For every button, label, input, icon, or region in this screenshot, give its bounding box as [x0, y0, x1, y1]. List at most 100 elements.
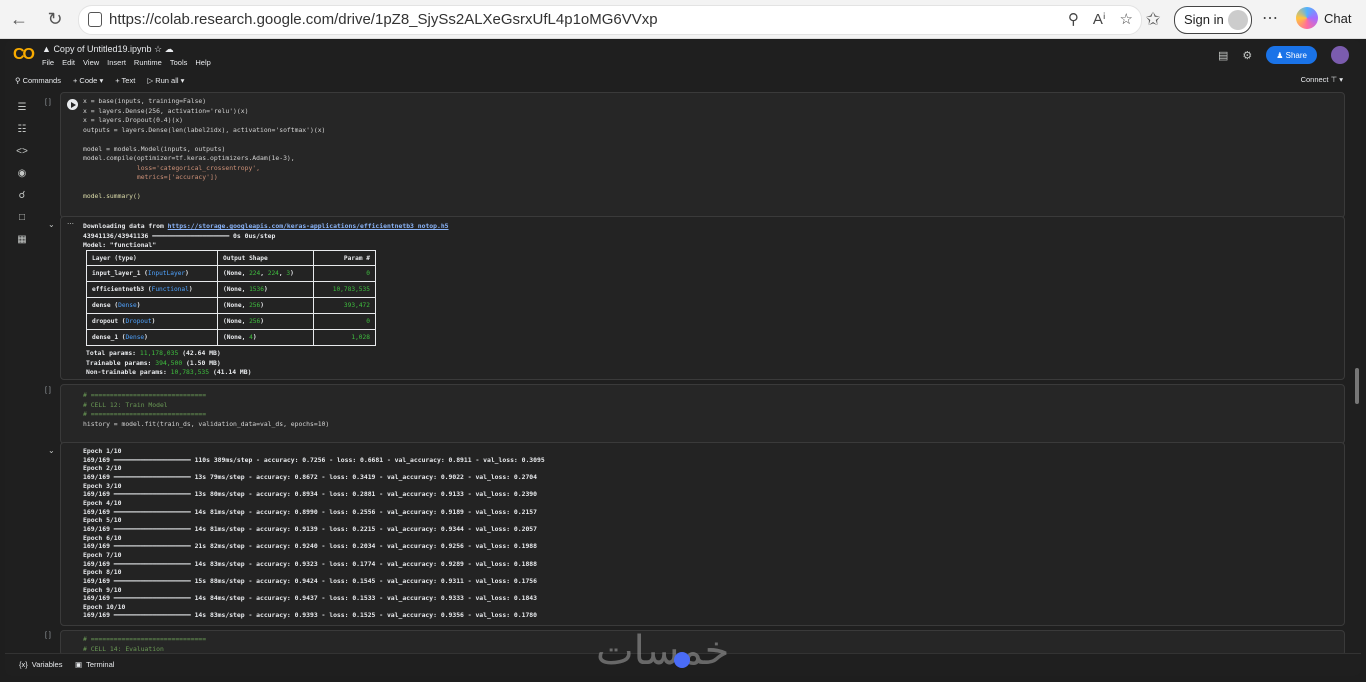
- table-row: dense (Dense) (None, 256) 393,472: [86, 297, 376, 314]
- training-log: Epoch 1/10 169/169 ━━━━━━━━━━━━━━━━━━━━ …: [83, 447, 545, 620]
- chat-label: Chat: [1324, 10, 1352, 26]
- total-suffix: (1.50 MB): [182, 358, 221, 367]
- cell-bracket[interactable]: [ ]: [45, 632, 51, 639]
- menu-edit[interactable]: Edit: [62, 58, 75, 67]
- shape-part: ): [260, 302, 264, 309]
- code-line: # ==============================: [83, 391, 207, 399]
- output-cell-1: ⋯ Downloading data from https://storage.…: [60, 216, 1345, 380]
- more-options-icon[interactable]: ⋯: [1262, 8, 1278, 28]
- log-line: 169/169 ━━━━━━━━━━━━━━━━━━━━ 110s 389ms/…: [83, 455, 545, 464]
- total-label: Total params:: [86, 349, 140, 357]
- watermark-logo: خمسات: [596, 628, 730, 674]
- connect-button[interactable]: Connect ⊤ ▾: [1301, 75, 1343, 84]
- terminal-icon: ▣: [75, 660, 83, 669]
- total-value: 394,500: [155, 358, 183, 367]
- terminal-button[interactable]: ▣ Terminal: [75, 660, 114, 669]
- log-line: 169/169 ━━━━━━━━━━━━━━━━━━━━ 13s 79ms/st…: [83, 472, 538, 481]
- add-code-button[interactable]: + Code ▾: [73, 76, 103, 85]
- back-arrow-icon[interactable]: ←: [6, 6, 32, 32]
- settings-gear-icon[interactable]: ⚙: [1242, 49, 1252, 62]
- code-line: outputs = layers.Dense(len(label2idx), a…: [83, 125, 326, 134]
- code-line: # ==============================: [83, 635, 207, 643]
- files-folder-icon[interactable]: □: [15, 212, 29, 224]
- account-avatar[interactable]: [1331, 46, 1349, 64]
- star-icon[interactable]: ☆: [154, 44, 162, 54]
- reload-icon[interactable]: ↻: [42, 6, 68, 32]
- download-link[interactable]: https://storage.googleapis.com/keras-app…: [168, 222, 449, 230]
- variables-button[interactable]: {x} Variables: [19, 660, 62, 669]
- read-aloud-icon[interactable]: Aⁱ: [1093, 10, 1106, 28]
- notebook-title-text[interactable]: Copy of Untitled19.ipynb: [53, 44, 151, 54]
- model-name-line: Model: "functional": [83, 241, 157, 249]
- shape-part: (None,: [223, 318, 250, 325]
- menu-view[interactable]: View: [83, 58, 99, 67]
- chevron-down-icon[interactable]: ▾: [99, 76, 103, 85]
- cell-2-code[interactable]: # ============================== # CELL …: [83, 391, 329, 429]
- log-line: Epoch 6/10: [83, 533, 122, 542]
- colab-logo-icon[interactable]: CO: [13, 46, 35, 64]
- profile-avatar-icon: [1228, 10, 1248, 30]
- data-table-icon[interactable]: ▦: [15, 234, 29, 246]
- shape-part: ): [290, 270, 294, 277]
- drive-icon: ▲: [42, 44, 51, 54]
- find-replace-icon[interactable]: ☷: [15, 124, 29, 136]
- layer-cell: efficientnetb3 (Functional): [86, 281, 218, 298]
- comment-icon[interactable]: ▤: [1218, 49, 1228, 62]
- code-line: history = model.fit(train_ds, validation…: [83, 419, 330, 428]
- menu-file[interactable]: File: [42, 58, 54, 67]
- code-cell-1[interactable]: x = base(inputs, training=False) x = lay…: [60, 92, 1345, 218]
- table-row: input_layer_1 (InputLayer) (None, 224, 2…: [86, 265, 376, 282]
- chevron-down-icon[interactable]: ▾: [1339, 75, 1343, 84]
- table-of-contents-icon[interactable]: ☰: [15, 102, 29, 114]
- log-line: Epoch 4/10: [83, 498, 122, 507]
- chevron-down-icon[interactable]: ▾: [181, 76, 185, 85]
- layer-name: dropout: [92, 318, 119, 325]
- add-text-button[interactable]: + Text: [115, 76, 135, 85]
- commands-button[interactable]: ⚲ Commands: [15, 76, 61, 85]
- notebook-scrollbar[interactable]: [1355, 368, 1359, 404]
- favorite-star-icon[interactable]: ☆: [1120, 10, 1133, 28]
- code-cell-2[interactable]: # ============================== # CELL …: [60, 384, 1345, 444]
- terminal-label: Terminal: [86, 660, 115, 669]
- shape-cell: (None, 1536): [217, 281, 314, 298]
- output-menu-icon[interactable]: ⋯: [67, 220, 74, 228]
- code-line: # ==============================: [83, 410, 207, 418]
- notebook-title[interactable]: ▲ Copy of Untitled19.ipynb ☆ ☁: [42, 44, 174, 55]
- cell-bracket[interactable]: [ ]: [45, 387, 51, 394]
- menu-help[interactable]: Help: [195, 58, 210, 67]
- menu-tools[interactable]: Tools: [170, 58, 188, 67]
- sign-in-button[interactable]: Sign in: [1174, 6, 1252, 34]
- play-icon: ▷: [147, 75, 154, 85]
- cell-bracket[interactable]: [ ]: [45, 99, 51, 106]
- collapse-output-chevron-icon[interactable]: ⌄: [48, 220, 55, 229]
- code-snippets-icon[interactable]: <>: [15, 146, 29, 158]
- address-url[interactable]: https://colab.research.google.com/drive/…: [109, 11, 658, 28]
- layer-name: efficientnetb3: [92, 286, 145, 293]
- log-line: Epoch 7/10: [83, 550, 122, 559]
- share-button[interactable]: ♟ Share: [1266, 46, 1317, 64]
- collapse-output-chevron-icon[interactable]: ⌄: [48, 446, 55, 455]
- shape-part: (None,: [223, 286, 250, 293]
- copilot-icon: [1296, 7, 1318, 29]
- shape-part: ): [263, 286, 268, 293]
- run-cell-icon[interactable]: [67, 99, 78, 110]
- site-info-icon[interactable]: [88, 12, 102, 27]
- run-all-button[interactable]: ▷ Run all ▾: [147, 76, 184, 85]
- menu-insert[interactable]: Insert: [107, 58, 126, 67]
- log-line: Epoch 1/10: [83, 447, 122, 455]
- code-line: loss='categorical_crossentropy',: [83, 163, 260, 172]
- cell-1-code[interactable]: x = base(inputs, training=False) x = lay…: [83, 97, 325, 202]
- zoom-icon[interactable]: ⚲: [1068, 10, 1079, 28]
- copilot-chat-button[interactable]: Chat: [1296, 7, 1351, 29]
- key-icon[interactable]: ☌: [15, 190, 29, 202]
- total-suffix: (42.64 MB): [178, 349, 221, 357]
- colab-window: CO ▲ Copy of Untitled19.ipynb ☆ ☁ File E…: [5, 40, 1361, 676]
- shape-part: (None,: [223, 334, 250, 341]
- secrets-key-icon[interactable]: ◉: [15, 168, 29, 180]
- cell-3-code[interactable]: # ============================== # CELL …: [83, 635, 206, 654]
- tpu-icon: ⊤: [1330, 75, 1338, 84]
- favorites-icon[interactable]: ✩: [1140, 6, 1166, 32]
- menu-runtime[interactable]: Runtime: [134, 58, 162, 67]
- address-bar[interactable]: https://colab.research.google.com/drive/…: [78, 5, 1142, 35]
- variables-icon: {x}: [19, 660, 28, 669]
